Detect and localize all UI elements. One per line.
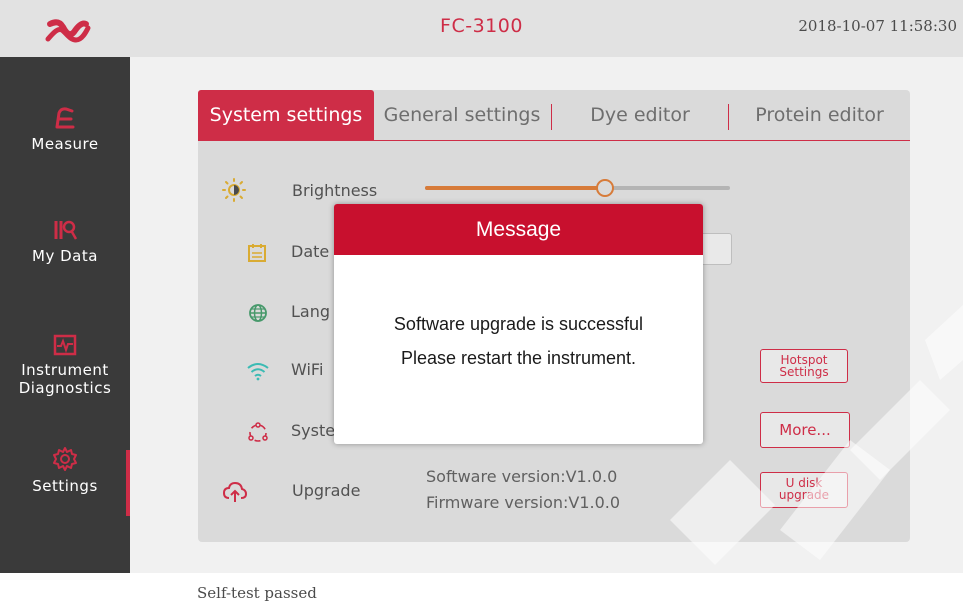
dialog-message-line2: Please restart the instrument. <box>400 348 637 368</box>
message-dialog: Message Software upgrade is successful P… <box>334 204 703 444</box>
dialog-message-line1: Software upgrade is successful <box>393 314 644 334</box>
dialog-title: Message <box>334 204 703 255</box>
